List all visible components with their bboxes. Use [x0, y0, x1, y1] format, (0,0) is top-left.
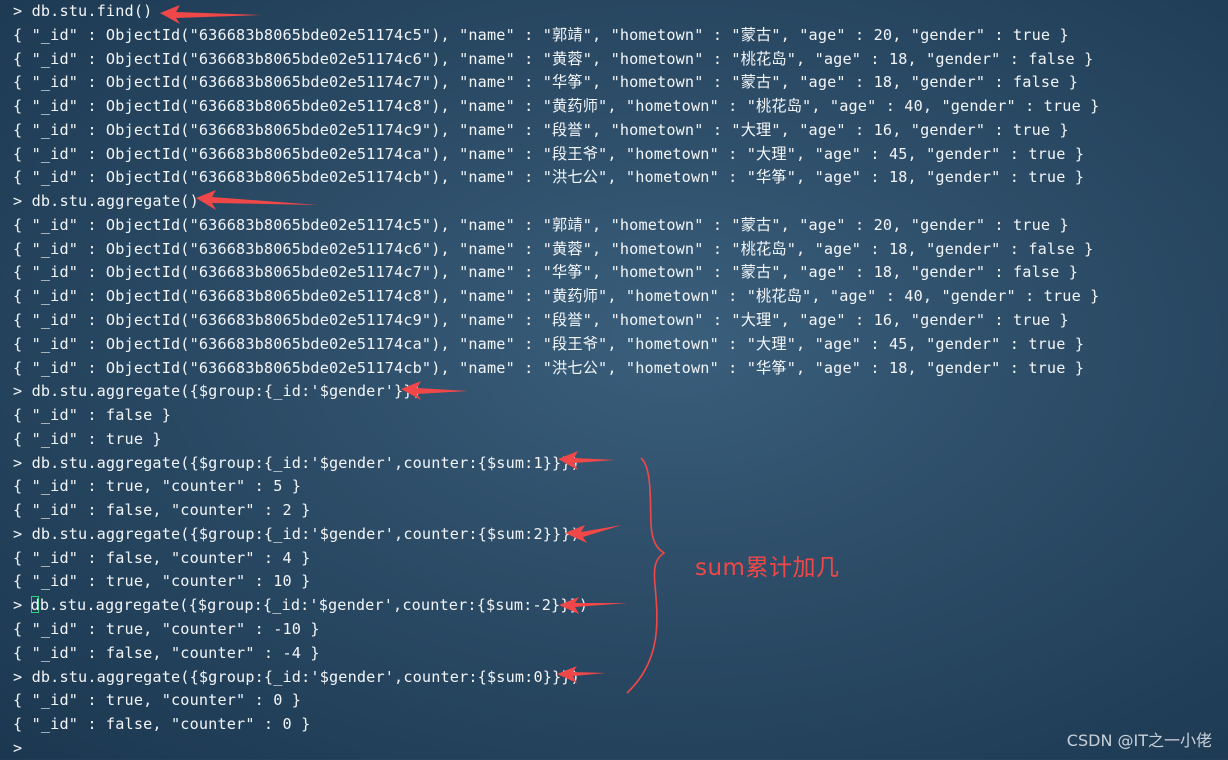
- output-line: { "_id" : ObjectId("636683b8065bde02e511…: [13, 358, 1085, 377]
- command-line: > db.stu.aggregate({$group:{_id:'$gender…: [13, 524, 580, 543]
- output-line: { "_id" : false }: [13, 406, 171, 425]
- output-line: { "_id" : ObjectId("636683b8065bde02e511…: [13, 215, 1069, 234]
- output-line: { "_id" : ObjectId("636683b8065bde02e511…: [13, 311, 1069, 329]
- command-line: > db.stu.aggregate({$group:{_id:'$gender…: [13, 667, 580, 686]
- output-line: { "_id" : true, "counter" : -10 }: [13, 620, 320, 639]
- output-line: { "_id" : ObjectId("636683b8065bde02e511…: [13, 287, 1100, 306]
- output-line: { "_id" : ObjectId("636683b8065bde02e511…: [13, 263, 1079, 282]
- output-line: { "_id" : ObjectId("636683b8065bde02e511…: [13, 168, 1085, 187]
- command-line: > db.stu.aggregate({$group:{_id:'$gender…: [13, 382, 422, 401]
- output-line: { "_id" : ObjectId("636683b8065bde02e511…: [13, 144, 1085, 163]
- command-text-rest: db.stu.aggregate({$group:{_id:'$gender',…: [30, 596, 589, 615]
- watermark: CSDN @IT之一小佬: [1066, 731, 1212, 750]
- output-line: { "_id" : ObjectId("636683b8065bde02e511…: [13, 97, 1100, 116]
- output-line: { "_id" : false, "counter" : 4 }: [13, 548, 311, 567]
- output-line: { "_id" : ObjectId("636683b8065bde02e511…: [13, 120, 1069, 139]
- command-text: >: [13, 596, 32, 615]
- command-line: > db.stu.aggregate({$group:{_id:'$gender…: [13, 453, 580, 472]
- output-line: { "_id" : false, "counter" : 0 }: [13, 715, 311, 734]
- output-line: { "_id" : ObjectId("636683b8065bde02e511…: [13, 25, 1069, 44]
- output-line: { "_id" : true, "counter" : 0 }: [13, 691, 302, 710]
- output-line: { "_id" : true, "counter" : 5 }: [13, 477, 302, 496]
- terminal-output[interactable]: > db.stu.find() { "_id" : ObjectId("63668…: [0, 0, 1228, 759]
- output-line: { "_id" : ObjectId("636683b8065bde02e511…: [13, 334, 1085, 353]
- output-line: { "_id" : ObjectId("636683b8065bde02e511…: [13, 49, 1094, 68]
- output-line: { "_id" : false, "counter" : -4 }: [13, 643, 320, 662]
- annotation-label: sum累计加几: [695, 555, 840, 581]
- command-line: >: [13, 738, 23, 757]
- command-line: > db.stu.find(): [13, 2, 153, 20]
- output-line: { "_id" : ObjectId("636683b8065bde02e511…: [13, 239, 1094, 258]
- output-line: { "_id" : true }: [13, 429, 162, 448]
- output-line: { "_id" : ObjectId("636683b8065bde02e511…: [13, 73, 1079, 92]
- command-line: > db.stu.aggregate({$group:{_id:'$gender…: [13, 594, 588, 617]
- command-line: > db.stu.aggregate(): [13, 192, 199, 211]
- output-line: { "_id" : true, "counter" : 10 }: [13, 572, 311, 591]
- output-line: { "_id" : false, "counter" : 2 }: [13, 501, 311, 520]
